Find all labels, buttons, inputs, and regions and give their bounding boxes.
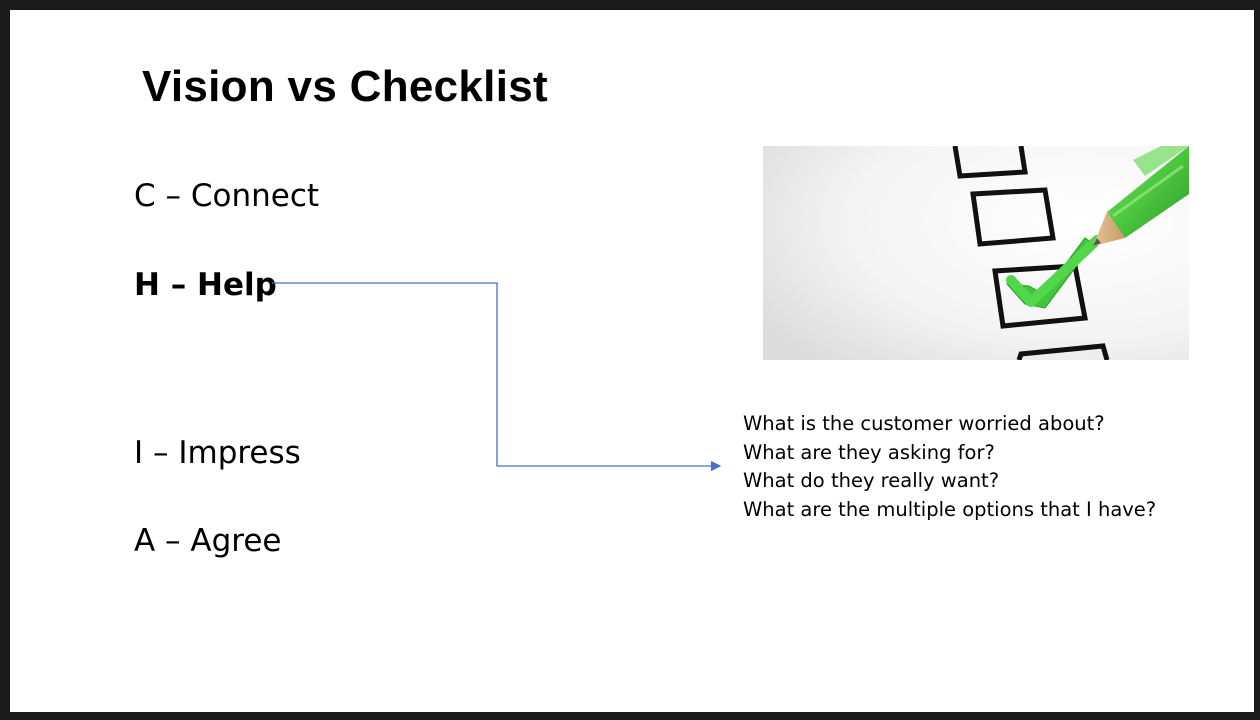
elbow-connector-arrow <box>272 282 722 472</box>
slide: Vision vs Checklist C – Connect H – Help… <box>10 10 1254 712</box>
chia-item-help: H – Help <box>134 267 277 303</box>
question-item: What are they asking for? <box>743 440 995 464</box>
checklist-pencil-icon <box>763 146 1189 360</box>
question-list: What is the customer worried about? What… <box>743 410 1156 524</box>
question-item: What do they really want? <box>743 469 1000 492</box>
question-item: What are the multiple options that I hav… <box>743 497 1157 521</box>
slide-frame: Vision vs Checklist C – Connect H – Help… <box>0 0 1260 720</box>
question-item: What is the customer worried about? <box>743 412 1105 435</box>
chia-item-agree: A – Agree <box>134 523 282 559</box>
chia-item-connect: C – Connect <box>134 178 320 214</box>
slide-title: Vision vs Checklist <box>142 62 548 111</box>
chia-item-impress: I – Impress <box>134 435 301 471</box>
